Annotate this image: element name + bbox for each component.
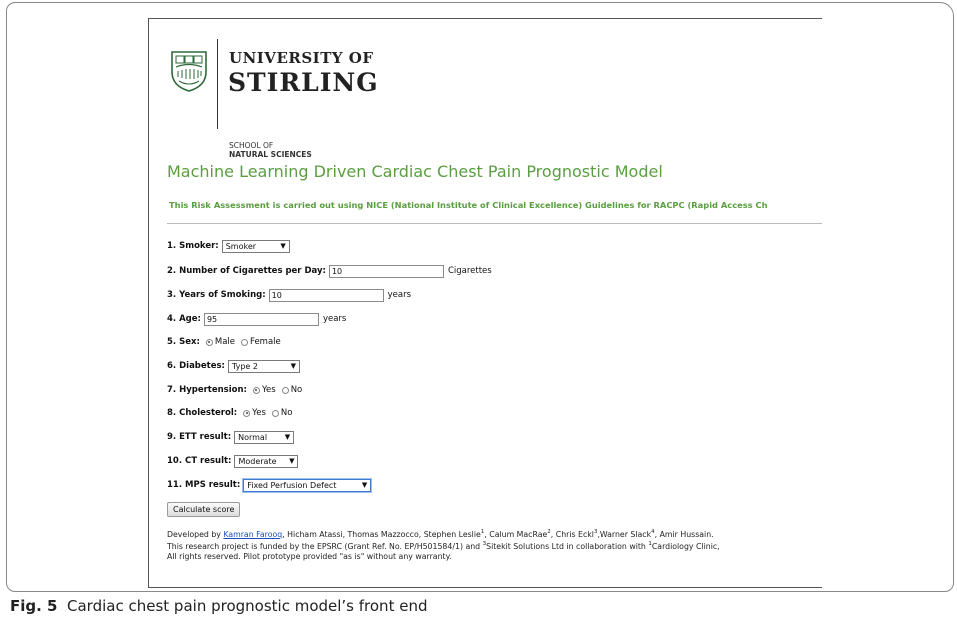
- cholesterol-no-radio[interactable]: [271, 409, 279, 417]
- sex-label: 5. Sex:: [167, 337, 200, 347]
- app-screenshot: UNIVERSITY OF STIRLING SCHOOL OF NATURAL…: [148, 18, 822, 588]
- figure-caption-text: Cardiac chest pain prognostic model’s fr…: [57, 597, 428, 615]
- school-line1: SCHOOL OF: [229, 141, 274, 150]
- university-crest-icon: [171, 51, 207, 92]
- funding-line: This research project is funded by the E…: [167, 541, 720, 551]
- cholesterol-row: 8. Cholesterol: Yes No: [167, 405, 295, 421]
- calculate-score-button[interactable]: Calculate score: [167, 502, 241, 517]
- cigarettes-label: 2. Number of Cigarettes per Day:: [167, 266, 326, 276]
- cholesterol-yes-label: Yes: [252, 408, 266, 418]
- page-title: Machine Learning Driven Cardiac Chest Pa…: [167, 162, 663, 181]
- cholesterol-label: 8. Cholesterol:: [167, 408, 238, 418]
- diabetes-value: Type 2: [231, 361, 258, 371]
- sex-male-radio[interactable]: [205, 338, 213, 346]
- mps-value: Fixed Perfusion Defect: [247, 480, 337, 490]
- university-name-line1: UNIVERSITY OF: [229, 49, 374, 67]
- logo-divider: [217, 39, 218, 129]
- chevron-down-icon: ▼: [289, 457, 295, 465]
- school-line2: NATURAL SCIENCES: [229, 150, 312, 159]
- years-smoking-row: 3. Years of Smoking: 10 years: [167, 287, 411, 303]
- figure-label: Fig. 5: [10, 597, 58, 615]
- credits-prefix: Developed by: [167, 530, 224, 539]
- funding-mid: Sitekit Solutions Ltd in collaboration w…: [486, 542, 649, 551]
- chevron-down-icon: ▼: [290, 362, 296, 370]
- smoker-value: Smoker: [225, 241, 257, 251]
- credits-names: , Hicham Atassi, Thomas Mazzocco, Stephe…: [282, 530, 481, 539]
- cigarettes-unit: Cigarettes: [447, 266, 492, 276]
- hypertension-no-label: No: [290, 385, 303, 395]
- figure-caption: Fig. 5 Cardiac chest pain prognostic mod…: [10, 597, 427, 615]
- credits-amir: , Amir Hussain.: [654, 530, 714, 539]
- funding-prefix: This research project is funded by the E…: [167, 542, 483, 551]
- chevron-down-icon: ▼: [280, 242, 286, 250]
- diabetes-label: 6. Diabetes:: [167, 361, 225, 371]
- ct-select[interactable]: Moderate ▼: [234, 454, 299, 468]
- mps-label: 11. MPS result:: [167, 480, 241, 490]
- guidelines-subtitle: This Risk Assessment is carried out usin…: [169, 200, 768, 210]
- hypertension-label: 7. Hypertension:: [167, 385, 247, 395]
- diabetes-select[interactable]: Type 2 ▼: [227, 359, 300, 373]
- credits-warner: ,Warner Slack: [597, 530, 652, 539]
- cholesterol-no-label: No: [280, 408, 293, 418]
- smoker-label: 1. Smoker:: [167, 241, 219, 251]
- mps-row: 11. MPS result: Fixed Perfusion Defect ▼: [167, 477, 372, 493]
- hypertension-yes-label: Yes: [261, 385, 276, 395]
- ct-row: 10. CT result: Moderate ▼: [167, 453, 299, 469]
- university-logo: UNIVERSITY OF STIRLING SCHOOL OF NATURAL…: [167, 37, 378, 159]
- credits-calum: , Calum MacRae: [484, 530, 548, 539]
- credits-chris: , Chris Eckl: [550, 530, 594, 539]
- hypertension-no-radio[interactable]: [281, 386, 289, 394]
- years-smoking-label: 3. Years of Smoking:: [167, 290, 266, 300]
- cigarettes-input[interactable]: 10: [328, 264, 444, 278]
- years-smoking-input[interactable]: 10: [268, 288, 384, 302]
- funding-end: Cardiology Clinic,: [651, 542, 720, 551]
- years-smoking-unit: years: [387, 290, 412, 300]
- age-label: 4. Age:: [167, 314, 201, 324]
- mps-select[interactable]: Fixed Perfusion Defect ▼: [243, 478, 372, 492]
- developer-link[interactable]: Kamran Farooq: [223, 530, 282, 539]
- sex-female-radio[interactable]: [241, 338, 249, 346]
- age-input[interactable]: 95: [203, 312, 319, 326]
- hypertension-yes-radio[interactable]: [252, 386, 260, 394]
- ett-label: 9. ETT result:: [167, 432, 232, 442]
- cigarettes-row: 2. Number of Cigarettes per Day: 10 Ciga…: [167, 263, 492, 279]
- ett-row: 9. ETT result: Normal ▼: [167, 429, 295, 445]
- smoker-select[interactable]: Smoker ▼: [221, 239, 290, 253]
- chevron-down-icon: ▼: [361, 481, 368, 489]
- sex-female-label: Female: [250, 337, 281, 347]
- ct-value: Moderate: [238, 456, 277, 466]
- university-name-line2: STIRLING: [228, 68, 379, 97]
- age-row: 4. Age: 95 years: [167, 311, 346, 327]
- chevron-down-icon: ▼: [284, 433, 291, 441]
- ett-select[interactable]: Normal ▼: [234, 430, 295, 444]
- header-divider: [167, 223, 822, 224]
- sex-row: 5. Sex: Male Female: [167, 334, 284, 350]
- ett-value: Normal: [238, 432, 268, 442]
- credits-line: Developed by Kamran Farooq, Hicham Atass…: [167, 529, 714, 539]
- age-unit: years: [322, 314, 347, 324]
- ct-label: 10. CT result:: [167, 456, 232, 466]
- cholesterol-yes-radio[interactable]: [243, 409, 251, 417]
- diabetes-row: 6. Diabetes: Type 2 ▼: [167, 358, 300, 374]
- hypertension-row: 7. Hypertension: Yes No: [167, 382, 305, 398]
- smoker-row: 1. Smoker: Smoker ▼: [167, 238, 290, 254]
- sex-male-label: Male: [214, 337, 236, 347]
- rights-line: All rights reserved. Pilot prototype pro…: [167, 552, 452, 561]
